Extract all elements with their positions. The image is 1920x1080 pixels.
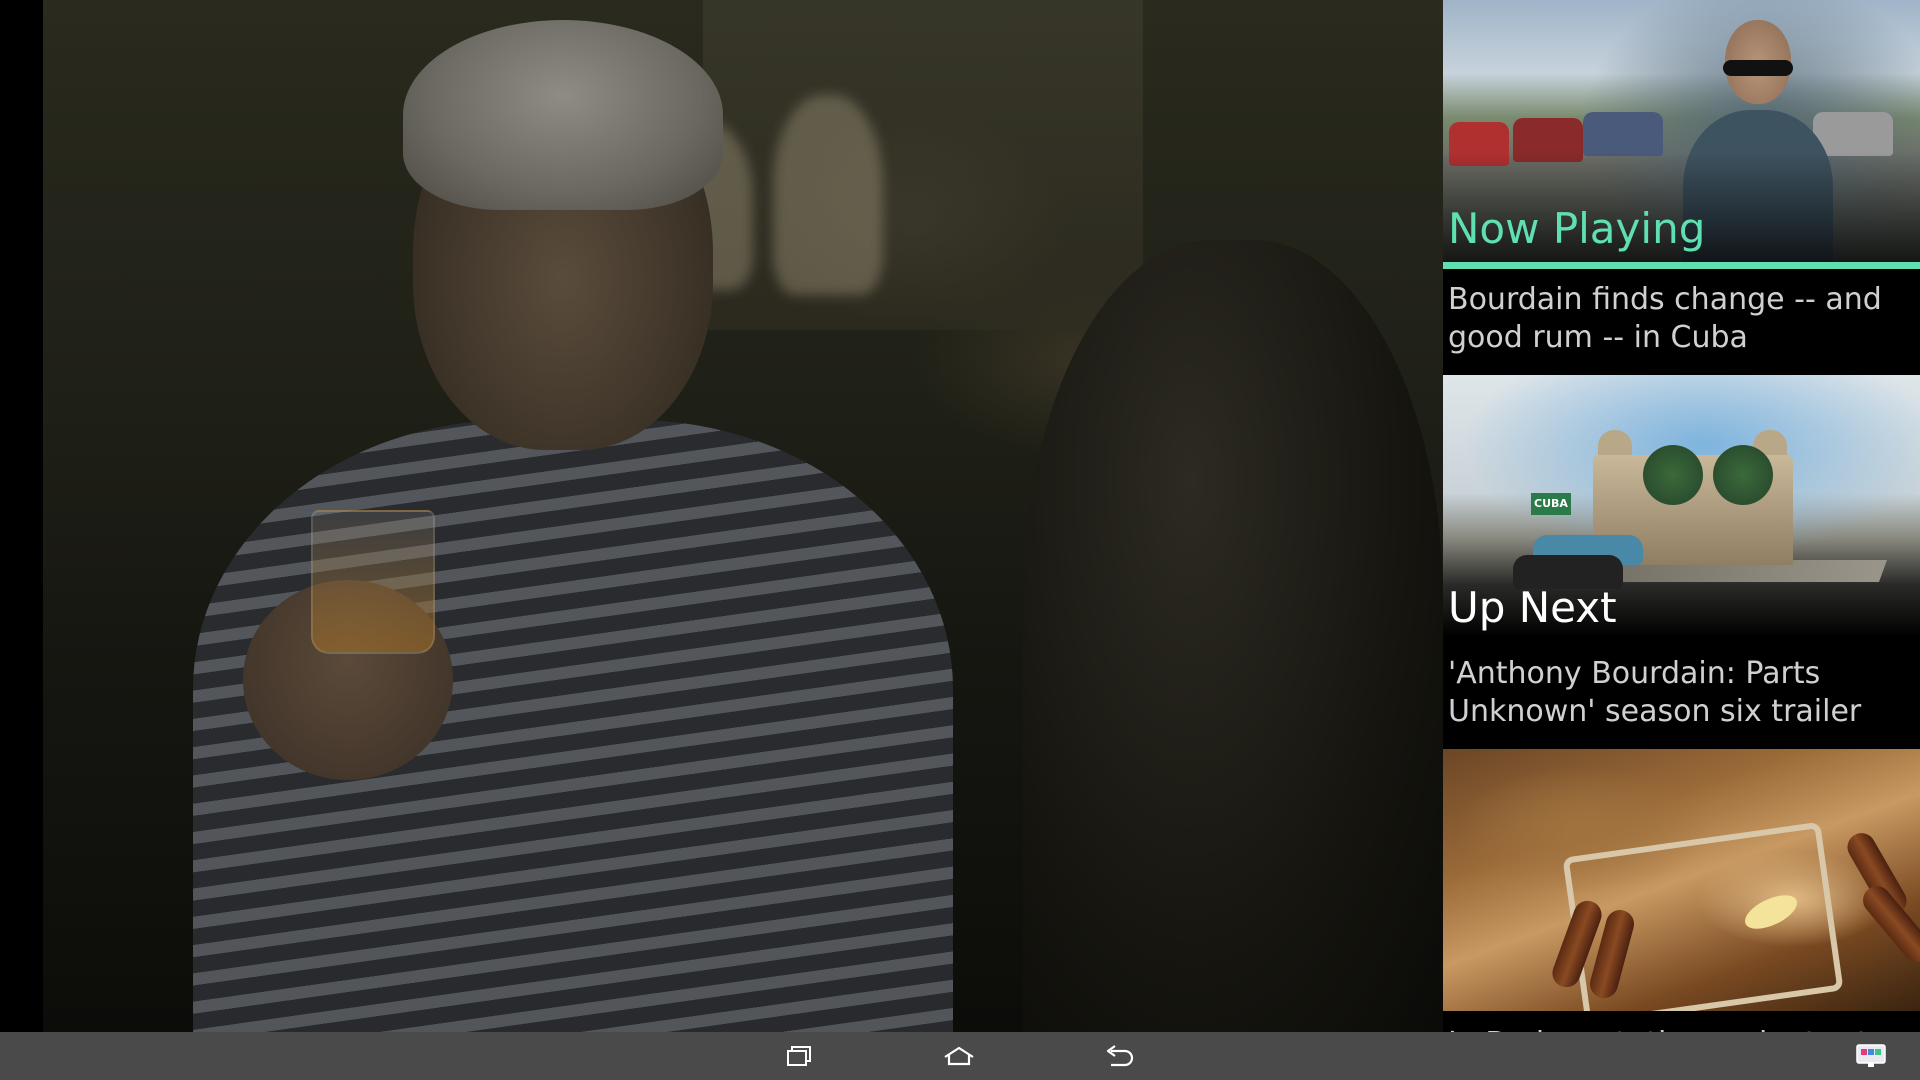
- home-icon: [944, 1046, 974, 1066]
- playlist-panel[interactable]: Now Playing Bourdain finds change -- and…: [1443, 0, 1920, 1032]
- thumb-sausage: [1857, 880, 1920, 968]
- system-nav-bar: [0, 1032, 1920, 1080]
- back-button[interactable]: [1084, 1032, 1154, 1080]
- up-next-label: Up Next: [1448, 583, 1617, 632]
- home-button[interactable]: [924, 1032, 994, 1080]
- third-item-thumbnail: [1443, 749, 1920, 1011]
- video-background-wall: [703, 0, 1143, 330]
- video-rum-glass: [311, 510, 435, 654]
- thumb-car: [1583, 112, 1663, 156]
- now-playing-label: Now Playing: [1448, 204, 1706, 253]
- now-playing-progress-bar: [1443, 262, 1920, 269]
- thumb-cuba-sign: CUBA: [1531, 493, 1571, 515]
- thumb-palm: [1643, 445, 1703, 505]
- up-next-thumbnail: CUBA Up Next: [1443, 375, 1920, 637]
- now-playing-thumbnail: Now Playing: [1443, 0, 1920, 262]
- video-player[interactable]: [43, 0, 1443, 1032]
- thumb-palm: [1713, 445, 1773, 505]
- recent-apps-button[interactable]: [764, 1032, 834, 1080]
- cast-screen-icon: [1856, 1044, 1886, 1067]
- screen: Now Playing Bourdain finds change -- and…: [0, 0, 1920, 1080]
- now-playing-title: Bourdain finds change -- and good rum --…: [1448, 282, 1882, 355]
- third-item-title: In Budapest, the ancient art of: [1443, 1011, 1920, 1032]
- video-bg-figure: [773, 95, 883, 295]
- playlist-item-now-playing[interactable]: Now Playing Bourdain finds change -- and…: [1443, 0, 1920, 375]
- video-person-hair: [403, 20, 723, 210]
- playlist-item-up-next[interactable]: CUBA Up Next 'Anthony Bourdain: Parts Un…: [1443, 375, 1920, 749]
- playlist-item-third[interactable]: In Budapest, the ancient art of: [1443, 749, 1920, 1032]
- recent-apps-icon: [787, 1046, 811, 1066]
- cast-screen-button[interactable]: [1836, 1032, 1906, 1080]
- up-next-title: 'Anthony Bourdain: Parts Unknown' season…: [1448, 656, 1862, 729]
- back-icon: [1106, 1045, 1134, 1067]
- video-foreground-figure: [1023, 240, 1443, 1032]
